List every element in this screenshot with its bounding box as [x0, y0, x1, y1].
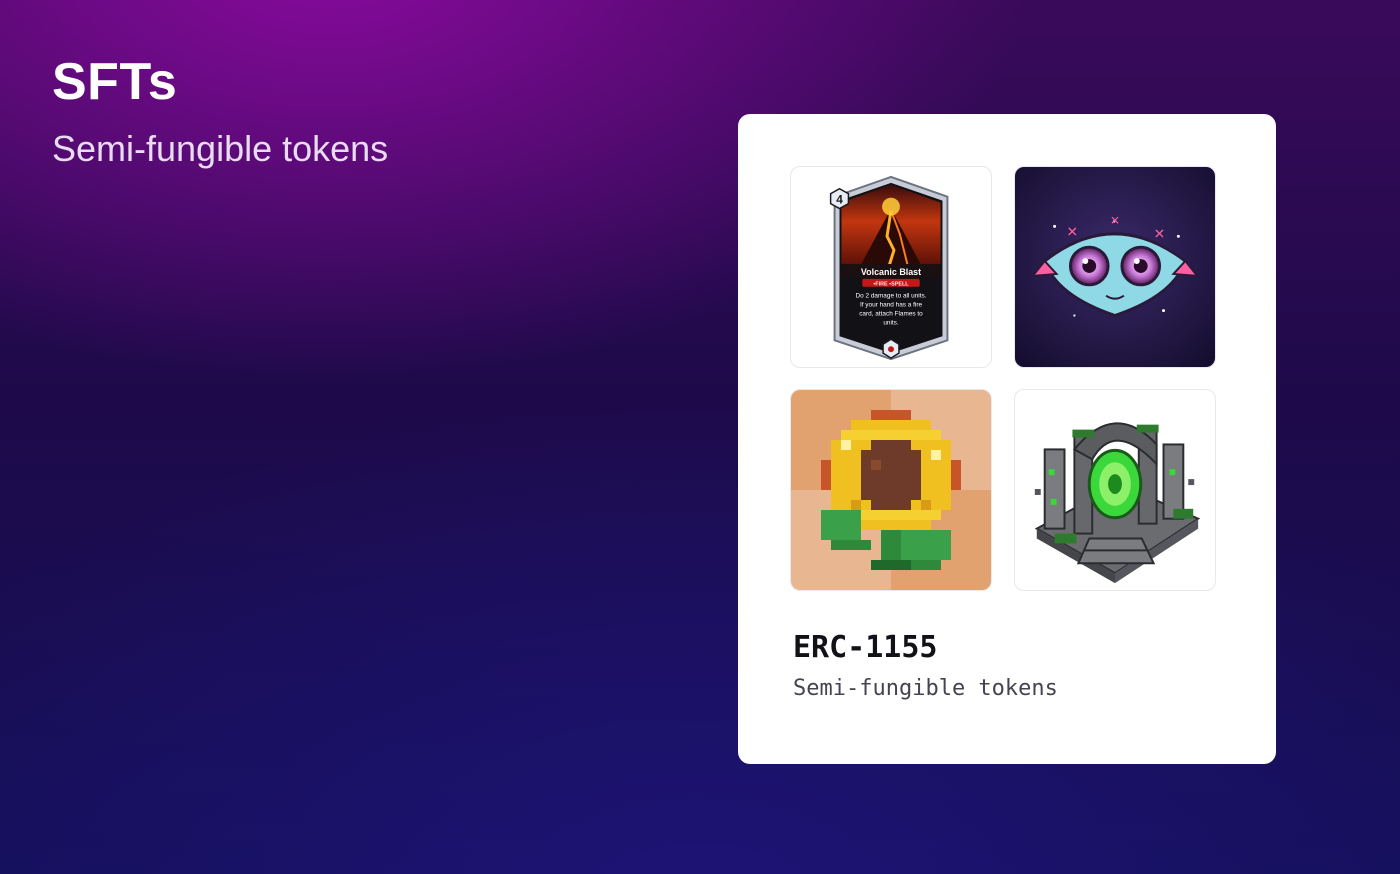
token-standard-card: Volcanic Blast •FIRE •SPELL Do 2 damage … — [738, 114, 1276, 764]
card-text-line-2: If your hand has a fire — [860, 302, 923, 309]
token-standard-description: Semi-fungible tokens — [793, 676, 1058, 701]
stone-portal-icon — [1034, 422, 1201, 584]
card-cost-label: 4 — [836, 193, 843, 207]
token-standard-name: ERC-1155 — [793, 630, 938, 665]
pixel-sunflower-tile[interactable] — [790, 389, 992, 591]
page-title: SFTs — [52, 53, 178, 111]
svg-text:✕: ✕ — [1110, 213, 1120, 227]
card-text-line-1: Do 2 damage to all units. — [855, 293, 926, 300]
creature-mask-icon: ✕ ✕ ✕ — [1015, 167, 1215, 367]
card-type-label: •FIRE •SPELL — [873, 281, 909, 287]
card-text-line-4: units. — [883, 319, 899, 326]
page-subtitle: Semi-fungible tokens — [52, 128, 389, 169]
svg-text:✕: ✕ — [1154, 225, 1166, 241]
volcanic-blast-card-icon: Volcanic Blast •FIRE •SPELL Do 2 damage … — [829, 175, 949, 361]
svg-text:✕: ✕ — [1066, 223, 1078, 239]
pixel-sunflower-icon — [791, 390, 991, 590]
creature-mask-tile[interactable]: ✕ ✕ ✕ — [1014, 166, 1216, 368]
volcanic-blast-tile[interactable]: Volcanic Blast •FIRE •SPELL Do 2 damage … — [790, 166, 992, 368]
stone-portal-tile[interactable] — [1014, 389, 1216, 591]
card-name-label: Volcanic Blast — [861, 267, 921, 277]
card-text-line-3: card, attach Flames to — [859, 311, 923, 318]
